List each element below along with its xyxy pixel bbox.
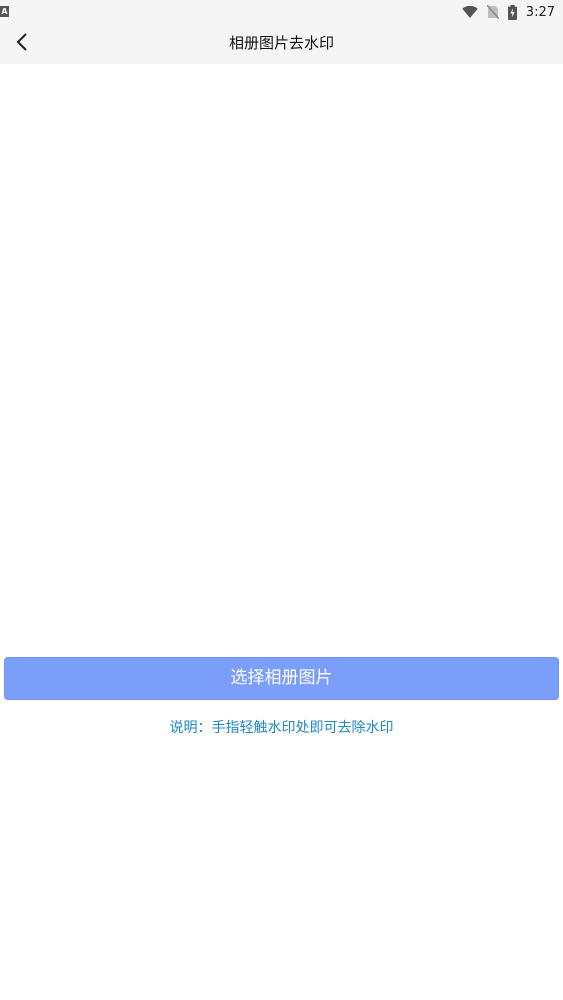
- status-icons: 3:27: [462, 0, 555, 24]
- clock-time: 3:27: [525, 4, 555, 20]
- nav-bar: 相册图片去水印: [0, 24, 563, 64]
- select-album-image-button[interactable]: 选择相册图片: [4, 657, 559, 700]
- instruction-text: 说明：手指轻触水印处即可去除水印: [169, 720, 394, 736]
- image-preview-area[interactable]: [0, 64, 563, 652]
- no-sim-icon: [486, 5, 499, 19]
- page-title: 相册图片去水印: [228, 34, 334, 52]
- status-bar: A 3:27: [0, 0, 563, 24]
- battery-charging-icon: [507, 4, 517, 20]
- notification-icon: A: [0, 6, 9, 17]
- wifi-icon: [462, 5, 478, 19]
- screen: A 3:27 相册图片去水印 选择相册图片 说明：手指轻触水印处即可去除水印: [0, 0, 563, 1000]
